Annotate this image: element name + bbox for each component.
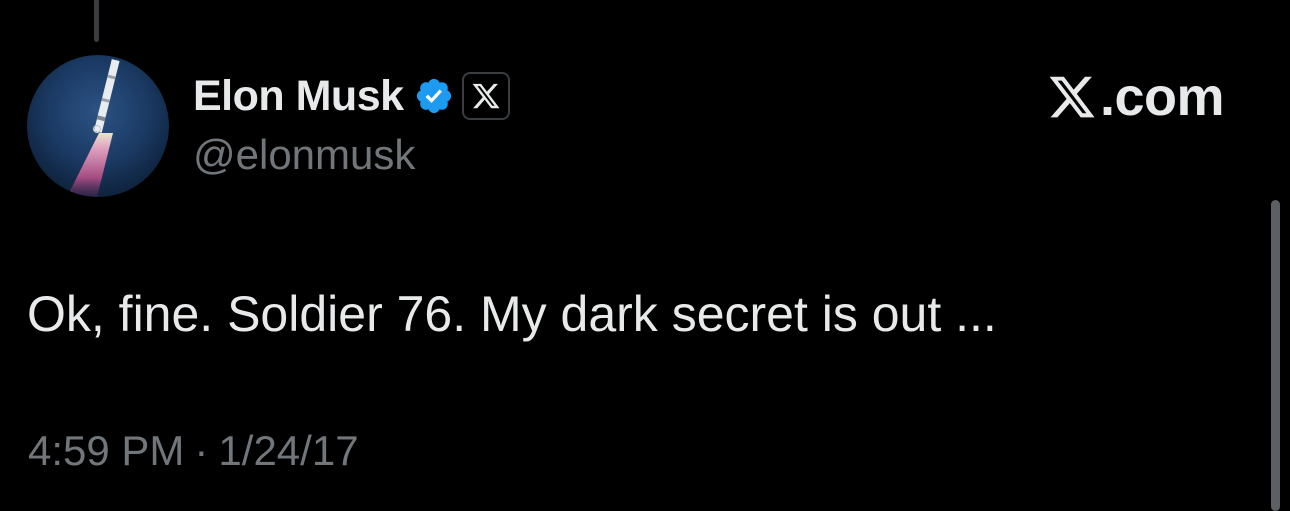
author-handle[interactable]: @elonmusk	[193, 134, 415, 176]
rocket-launch-avatar	[67, 59, 120, 197]
tweet-date[interactable]: 1/24/17	[218, 427, 358, 474]
avatar[interactable]	[27, 55, 169, 197]
meta-separator: ·	[194, 427, 209, 474]
brand-label: .com	[1099, 67, 1225, 127]
x-logo-icon	[472, 83, 500, 109]
verified-check-icon	[414, 76, 454, 116]
thread-connector-line	[94, 0, 99, 42]
tweet-text: Ok, fine. Soldier 76. My dark secret is …	[27, 286, 997, 342]
affiliation-badge[interactable]	[461, 72, 510, 120]
tweet-metadata: 4:59 PM · 1/24/17	[28, 430, 359, 472]
author-display-name[interactable]: Elon Musk	[193, 74, 404, 118]
author-name-row: Elon Musk	[193, 70, 510, 122]
scrollbar[interactable]	[1271, 200, 1280, 511]
tweet-time[interactable]: 4:59 PM	[28, 427, 184, 474]
x-logo-icon	[1049, 76, 1095, 118]
brand-watermark: .com	[1047, 67, 1225, 127]
